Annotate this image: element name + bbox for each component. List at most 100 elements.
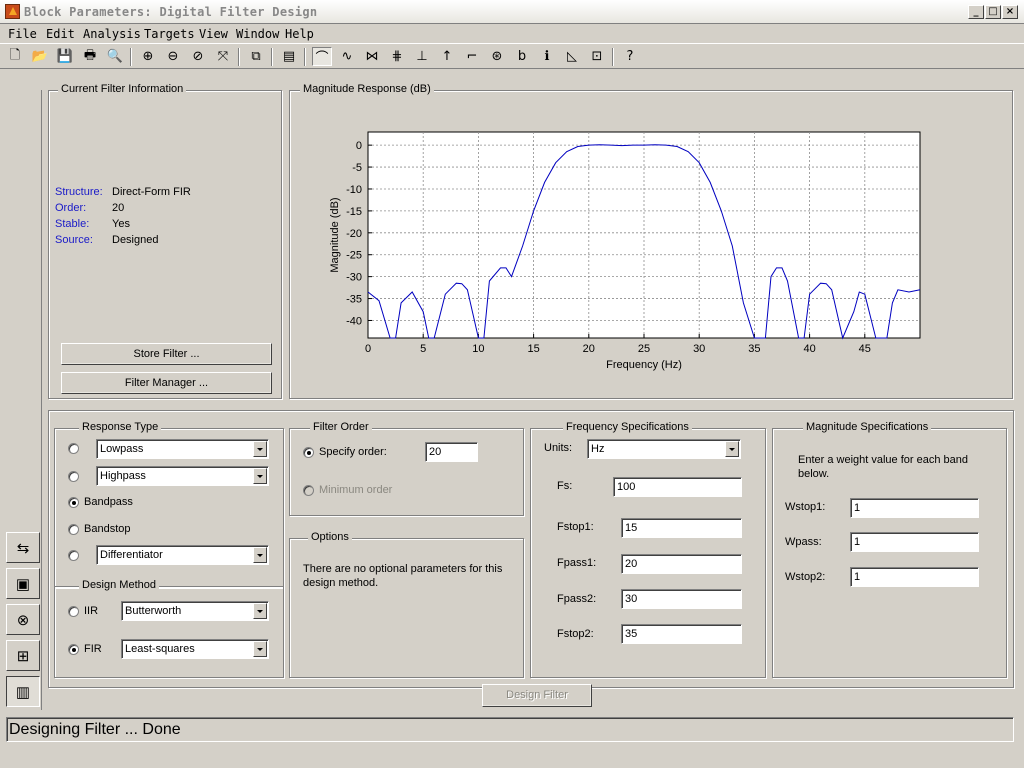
toolbar-separator	[238, 48, 240, 66]
impulse-response-icon[interactable]: ↑	[437, 47, 457, 66]
y-tick-label: -40	[346, 315, 362, 327]
filter-manager-button[interactable]: Filter Manager ...	[61, 372, 272, 394]
y-tick-label: -35	[346, 294, 362, 306]
bandstop-radio[interactable]	[68, 524, 79, 535]
print-icon[interactable]: 🖶	[80, 47, 100, 66]
units-label: Units:	[544, 442, 573, 454]
phase-response-icon[interactable]: ∿	[337, 47, 357, 66]
minimize-button[interactable]: _	[968, 5, 984, 19]
toolbar-separator	[612, 48, 614, 66]
x-tick-label: 30	[693, 343, 705, 355]
fir-method-select[interactable]: Least-squares	[121, 639, 269, 659]
fstop2-input[interactable]: 35	[621, 624, 742, 644]
menu-targets[interactable]: Targets	[144, 27, 195, 41]
fpass1-input[interactable]: 20	[621, 554, 742, 574]
zoom-x-icon[interactable]: ⊖	[163, 47, 183, 66]
pole-zero-editor-icon[interactable]: ⊗	[6, 604, 40, 635]
coefficients-icon[interactable]: b	[512, 47, 532, 66]
magnitude-phase-icon[interactable]: ⋈	[362, 47, 382, 66]
iir-radio[interactable]	[68, 606, 79, 617]
lowpass-select-value: Lowpass	[100, 443, 144, 455]
import-filter-icon[interactable]: ⊞	[6, 640, 40, 671]
units-select[interactable]: Hz	[587, 439, 741, 459]
chevron-down-icon	[253, 603, 267, 619]
magnitude-estimate-icon[interactable]: ◺	[562, 47, 582, 66]
current-filter-info-panel: Current Filter Information Structure: Di…	[48, 83, 282, 399]
highpass-select[interactable]: Highpass	[96, 466, 269, 486]
lowpass-select[interactable]: Lowpass	[96, 439, 269, 459]
status-text: Designing Filter ... Done	[9, 721, 181, 738]
save-icon[interactable]: 💾	[55, 47, 75, 66]
x-tick-label: 0	[365, 343, 371, 355]
wstop2-label: Wstop2:	[785, 571, 826, 583]
menu-window[interactable]: Window	[236, 27, 279, 41]
design-panel-sidebar: ⇆ ▣ ⊗ ⊞ ▥	[2, 90, 42, 710]
bandpass-label: Bandpass	[84, 496, 133, 508]
menu-view[interactable]: View	[199, 27, 228, 41]
iir-method-select[interactable]: Butterworth	[121, 601, 269, 621]
fstop1-input[interactable]: 15	[621, 518, 742, 538]
menu-help[interactable]: Help	[285, 27, 314, 41]
bandpass-radio[interactable]	[68, 497, 79, 508]
status-bar: Designing Filter ... Done	[6, 717, 1014, 742]
zoom-out-icon[interactable]: ⊘	[188, 47, 208, 66]
info-icon[interactable]: ℹ	[537, 47, 557, 66]
iir-label: IIR	[84, 605, 99, 617]
wstop2-input[interactable]: 1	[850, 567, 979, 587]
order-input[interactable]: 20	[425, 442, 478, 462]
menu-file[interactable]: File	[8, 27, 37, 41]
chevron-down-icon	[253, 468, 267, 484]
phase-delay-icon[interactable]: ⊥	[412, 47, 432, 66]
zoom-in-icon[interactable]: ⊕	[138, 47, 158, 66]
wstop1-input[interactable]: 1	[850, 498, 979, 518]
title-bar: Block Parameters: Digital Filter Design …	[0, 0, 1024, 24]
fs-input[interactable]: 100	[613, 477, 742, 497]
fir-radio[interactable]	[68, 644, 79, 655]
x-tick-label: 40	[803, 343, 815, 355]
whats-this-help-icon[interactable]: ?	[620, 47, 640, 66]
order-value: 20	[112, 202, 125, 214]
wpass-input[interactable]: 1	[850, 532, 979, 552]
highpass-radio[interactable]	[68, 471, 79, 482]
menu-analysis[interactable]: Analysis	[83, 27, 141, 41]
iir-select-value: Butterworth	[125, 605, 182, 617]
maximize-button[interactable]: □	[985, 5, 1001, 19]
close-button[interactable]: ×	[1002, 5, 1018, 19]
x-tick-label: 15	[527, 343, 539, 355]
window-title: Block Parameters: Digital Filter Design	[24, 5, 318, 19]
menu-edit[interactable]: Edit	[46, 27, 75, 41]
lowpass-radio[interactable]	[68, 443, 79, 454]
magnitude-response-icon[interactable]: ⌒	[312, 47, 332, 66]
magnitude-instruction: Enter a weight value for each band below…	[798, 454, 969, 480]
design-filter-icon[interactable]: ▥	[6, 676, 40, 707]
full-view-icon[interactable]: ⤧	[213, 47, 233, 66]
y-tick-label: -25	[346, 250, 362, 262]
minimum-order-radio[interactable]	[303, 485, 314, 496]
create-multirate-icon[interactable]: ▣	[6, 568, 40, 599]
print-preview-icon[interactable]: 🔍	[105, 47, 125, 66]
transform-filter-icon[interactable]: ⇆	[6, 532, 40, 563]
pole-zero-icon[interactable]: ⊛	[487, 47, 507, 66]
structure-value: Direct-Form FIR	[112, 186, 191, 198]
fstop2-label: Fstop2:	[557, 628, 594, 640]
differentiator-radio[interactable]	[68, 550, 79, 561]
store-filter-button[interactable]: Store Filter ...	[61, 343, 272, 365]
design-filter-button[interactable]: Design Filter	[482, 684, 592, 707]
round-off-noise-icon[interactable]: ⊡	[587, 47, 607, 66]
x-tick-label: 25	[638, 343, 650, 355]
specify-order-radio[interactable]	[303, 447, 314, 458]
fpass2-input[interactable]: 30	[621, 589, 742, 609]
source-value: Designed	[112, 234, 159, 246]
x-axis-label: Frequency (Hz)	[606, 359, 682, 371]
magnitude-response-chart[interactable]: 0 5 10 15 20 25 30 35 40 45 0 -5 -10 -15 -20 -25 -30 -35 -…	[290, 95, 1010, 385]
x-tick-label: 45	[859, 343, 871, 355]
step-response-icon[interactable]: ⌐	[462, 47, 482, 66]
open-icon[interactable]: 📂	[30, 47, 50, 66]
new-window-icon[interactable]: ⧉	[246, 47, 266, 66]
new-icon[interactable]: 🗋	[5, 47, 25, 66]
filter-specs-icon[interactable]: ▤	[279, 47, 299, 66]
wpass-label: Wpass:	[785, 536, 822, 548]
differentiator-select[interactable]: Differentiator	[96, 545, 269, 565]
group-delay-icon[interactable]: ⋕	[387, 47, 407, 66]
options-text: There are no optional parameters for thi…	[303, 563, 503, 589]
